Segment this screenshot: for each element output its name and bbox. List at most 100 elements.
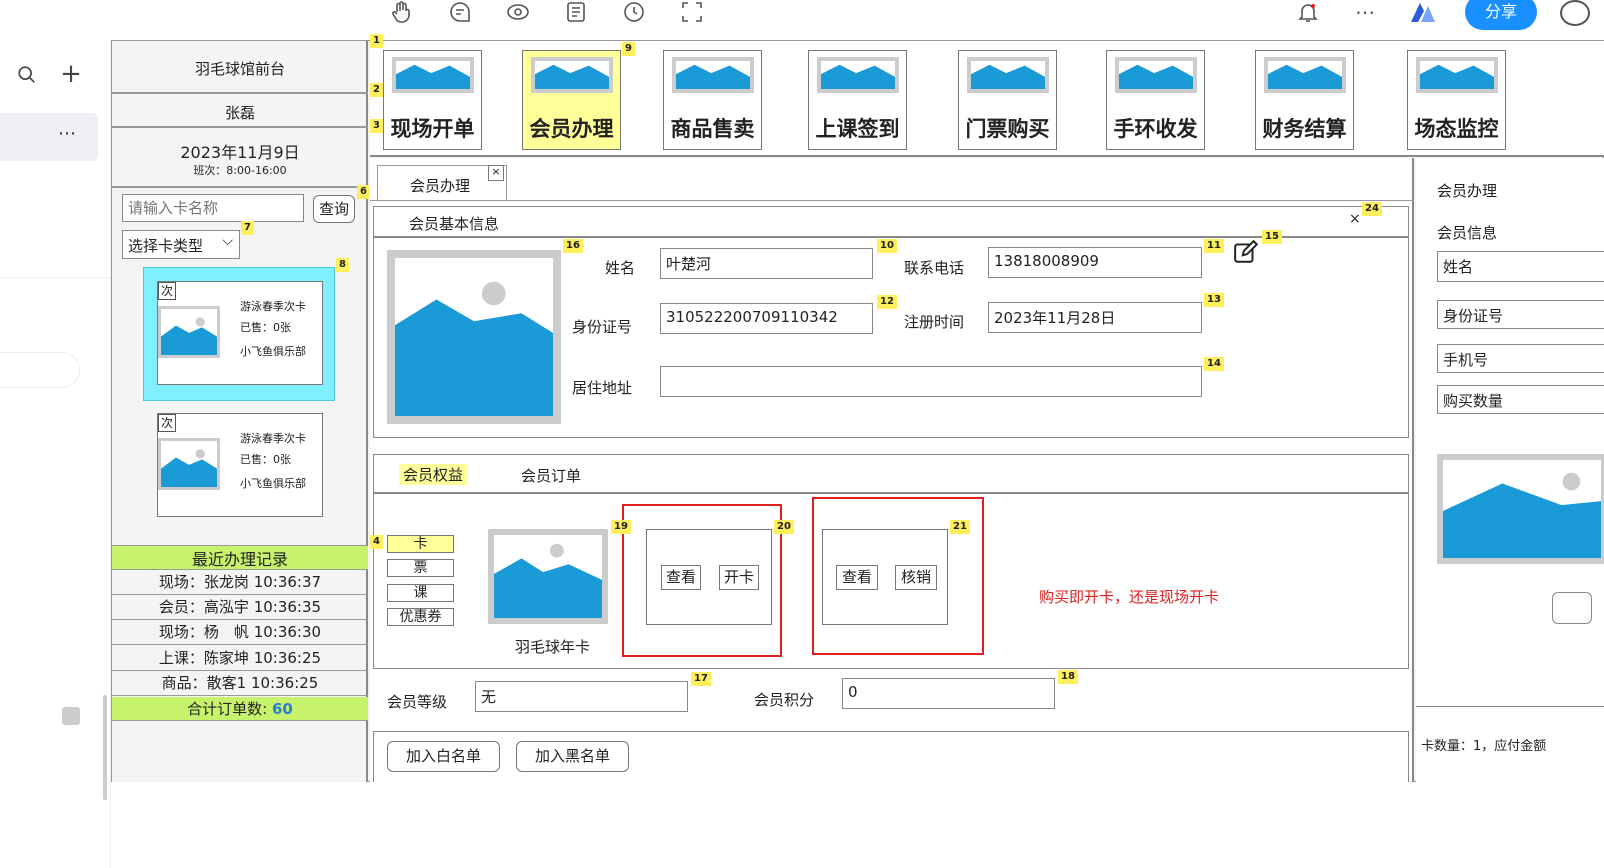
menu-image — [1263, 57, 1346, 93]
record-item[interactable]: 上课：陈家坤 10:36:25 — [112, 646, 368, 671]
image-icon[interactable] — [62, 707, 80, 725]
record-item[interactable]: 商品：散客1 10:36:25 — [112, 671, 368, 696]
address-field[interactable] — [660, 366, 1202, 397]
right-quantity-field[interactable]: 购买数量 — [1437, 385, 1604, 414]
menu-tickets[interactable]: 门票购买 — [958, 50, 1057, 150]
register-time-field[interactable]: 2023年11月28日 — [988, 302, 1202, 333]
tab-member-orders[interactable]: 会员订单 — [521, 465, 581, 486]
menu-finance[interactable]: 财务结算 — [1255, 50, 1354, 150]
comment-icon[interactable] — [447, 0, 473, 26]
right-footer-summary: 卡数量：1，应付金额 — [1421, 739, 1547, 754]
menu-image — [391, 57, 474, 93]
hand-icon[interactable] — [388, 0, 414, 26]
logo-icon — [1409, 0, 1435, 26]
card-item[interactable]: 次 游泳春季次卡 已售：0张 小飞鱼俱乐部 — [157, 413, 323, 517]
marker-badge: 8 — [336, 258, 349, 272]
side-item-ticket[interactable]: 票 — [387, 559, 454, 577]
bell-icon[interactable] — [1295, 0, 1321, 26]
member-photo — [387, 250, 561, 424]
divider — [0, 277, 111, 278]
marker-badge: 24 — [1362, 202, 1382, 216]
canvas-bottom — [111, 783, 1604, 868]
right-button-stub[interactable] — [1552, 592, 1592, 624]
edit-icon[interactable] — [1233, 239, 1259, 265]
card-image — [158, 438, 220, 490]
right-id-field[interactable]: 身份证号 — [1437, 300, 1604, 329]
note-icon[interactable] — [563, 0, 589, 26]
clock-icon[interactable] — [621, 0, 647, 26]
menu-label: 现场开单 — [390, 117, 475, 141]
redeem-button[interactable]: 核销 — [895, 565, 937, 590]
member-info-title: 会员信息 — [1437, 224, 1498, 242]
card-name: 游泳春季次卡 — [240, 432, 306, 445]
record-item[interactable]: 现场：杨 帆 10:36:30 — [112, 620, 368, 645]
shift-time: 班次：8:00-16:00 — [193, 164, 287, 177]
fullscreen-icon[interactable] — [679, 0, 705, 26]
open-card-button[interactable]: 开卡 — [719, 565, 759, 590]
divider — [112, 126, 368, 128]
marker-badge: 12 — [877, 295, 897, 309]
search-icon[interactable] — [16, 64, 40, 88]
id-label: 身份证号 — [572, 318, 633, 336]
annotation-note: 购买即开卡，还是现场开卡 — [1039, 588, 1220, 606]
add-whitelist-button[interactable]: 加入白名单 — [387, 741, 500, 772]
record-item[interactable]: 现场：张龙岗 10:36:37 — [112, 570, 368, 595]
marker-badge: 15 — [1262, 230, 1282, 244]
avatar[interactable] — [1560, 0, 1590, 26]
menu-label: 手环收发 — [1113, 117, 1198, 141]
right-phone-field[interactable]: 手机号 — [1437, 344, 1604, 373]
right-name-field[interactable]: 姓名 — [1437, 251, 1604, 282]
search-pill[interactable] — [0, 352, 80, 388]
card-sold: 已售：0张 — [240, 321, 291, 334]
marker-badge: 19 — [611, 520, 631, 534]
view-button[interactable]: 查看 — [836, 565, 878, 590]
card-type-select[interactable]: 选择卡类型 ⌵ — [122, 230, 240, 259]
marker-badge: 10 — [877, 239, 897, 253]
order-total-value: 60 — [271, 700, 293, 718]
scrollbar[interactable] — [103, 695, 107, 800]
menu-label: 上课签到 — [815, 117, 900, 141]
more-icon[interactable]: ⋯ — [1352, 0, 1378, 26]
marker-badge: 18 — [1058, 670, 1078, 684]
marker-badge: 4 — [370, 535, 383, 549]
more-icon[interactable]: ⋯ — [58, 123, 76, 144]
menu-member[interactable]: 会员办理 — [522, 50, 621, 150]
divider — [373, 492, 1409, 494]
marker-badge: 14 — [1204, 357, 1224, 371]
share-button[interactable]: 分享 — [1465, 0, 1537, 30]
app-sidebar: + ⋯ — [0, 40, 111, 868]
member-points-field[interactable]: 0 — [842, 678, 1055, 709]
card-search-input[interactable] — [122, 194, 304, 222]
side-item-class[interactable]: 课 — [387, 584, 454, 602]
menu-onsite-order[interactable]: 现场开单 — [383, 50, 482, 150]
selected-page-item[interactable]: ⋯ — [0, 113, 98, 161]
eye-icon[interactable] — [505, 0, 531, 26]
menu-class-checkin[interactable]: 上课签到 — [808, 50, 907, 150]
menu-goods[interactable]: 商品售卖 — [663, 50, 762, 150]
menu-wristband[interactable]: 手环收发 — [1106, 50, 1205, 150]
record-item[interactable]: 会员：高泓宇 10:36:35 — [112, 595, 368, 620]
add-icon[interactable]: + — [58, 61, 84, 88]
tab-member[interactable]: 会员办理 × — [377, 165, 507, 200]
address-label: 居住地址 — [572, 379, 633, 397]
member-level-field[interactable]: 无 — [475, 681, 688, 712]
view-button[interactable]: 查看 — [661, 565, 701, 590]
query-button[interactable]: 查询 — [313, 195, 355, 223]
card-name: 游泳春季次卡 — [240, 300, 306, 313]
card-tag: 次 — [158, 414, 176, 432]
side-item-card[interactable]: 卡 — [387, 535, 454, 553]
close-icon[interactable]: × — [488, 165, 504, 181]
close-icon[interactable]: × — [1349, 211, 1361, 227]
id-field[interactable]: 310522200709110342 — [660, 303, 873, 334]
menu-image — [966, 57, 1049, 93]
menu-monitor[interactable]: 场态监控 — [1407, 50, 1506, 150]
side-item-coupon[interactable]: 优惠券 — [387, 608, 454, 626]
basic-info-title: 会员基本信息 — [409, 215, 500, 233]
name-field[interactable]: 叶楚河 — [660, 248, 873, 279]
card-club: 小飞鱼俱乐部 — [240, 345, 306, 358]
phone-field[interactable]: 13818008909 — [988, 247, 1202, 278]
tab-member-rights[interactable]: 会员权益 — [399, 464, 468, 485]
card-item[interactable]: 次 游泳春季次卡 已售：0张 小飞鱼俱乐部 — [157, 281, 323, 385]
add-blacklist-button[interactable]: 加入黑名单 — [516, 741, 629, 772]
annual-card-image — [488, 529, 608, 624]
